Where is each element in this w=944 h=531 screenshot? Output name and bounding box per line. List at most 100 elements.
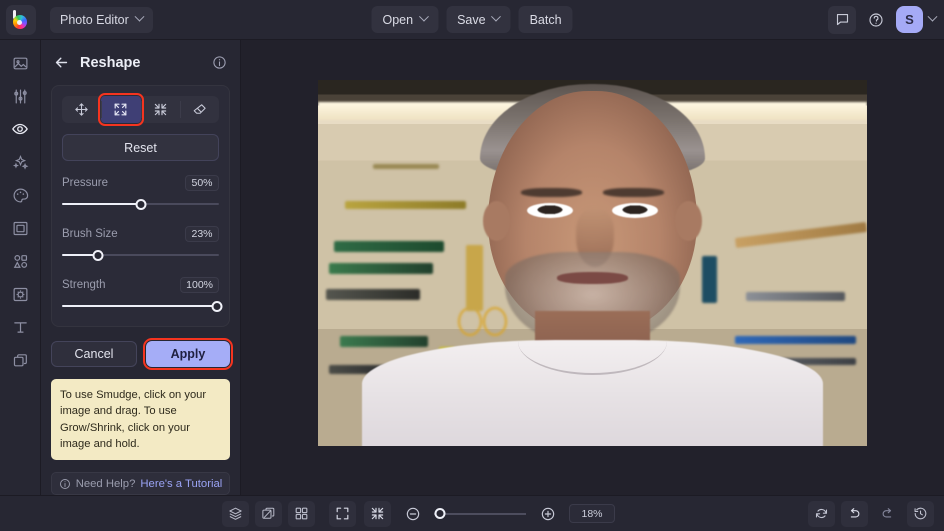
slider-strength-header: Strength 100% <box>62 277 219 293</box>
compare-icon <box>261 506 276 521</box>
open-button[interactable]: Open <box>371 6 438 33</box>
canvas-image[interactable] <box>318 80 867 446</box>
slider-brush-size-value[interactable]: 23% <box>185 226 219 242</box>
mode-selector-photo-editor[interactable]: Photo Editor <box>50 7 153 33</box>
slider-strength-handle[interactable] <box>212 301 223 312</box>
zoom-out-icon <box>405 506 421 522</box>
app-body: Reshape <box>0 40 944 495</box>
chevron-down-icon <box>134 12 144 22</box>
bottom-left-tools <box>222 501 315 527</box>
apply-button-label: Apply <box>171 347 206 361</box>
layers-button[interactable] <box>222 501 249 527</box>
overlay-icon <box>12 286 29 303</box>
slider-brush-size: Brush Size 23% <box>62 226 219 263</box>
sidebar-item-graphics[interactable] <box>5 250 35 272</box>
zoom-in-button[interactable] <box>534 501 561 527</box>
slider-pressure-value[interactable]: 50% <box>185 175 219 191</box>
batch-button[interactable]: Batch <box>519 6 573 33</box>
sidebar-item-layers[interactable] <box>5 349 35 371</box>
zoom-out-button[interactable] <box>399 501 426 527</box>
slider-strength-value[interactable]: 100% <box>180 277 219 293</box>
zoom-in-icon <box>540 506 556 522</box>
help-button[interactable] <box>862 6 890 34</box>
sidebar-item-edit[interactable] <box>5 52 35 74</box>
frame-icon <box>12 220 29 237</box>
photo-subject-eye-right <box>612 203 659 218</box>
tool-shrink[interactable] <box>141 96 180 123</box>
cancel-button[interactable]: Cancel <box>51 341 137 367</box>
sidebar-item-overlays[interactable] <box>5 283 35 305</box>
layers-stack-icon <box>228 506 243 521</box>
sidebar-item-effects[interactable] <box>5 151 35 173</box>
tool-eraser[interactable] <box>180 96 219 123</box>
layers-icon <box>12 352 29 369</box>
slider-strength-label: Strength <box>62 279 105 291</box>
canvas-stage[interactable] <box>241 40 944 495</box>
slider-strength: Strength 100% <box>62 277 219 314</box>
avatar[interactable]: S <box>896 6 923 33</box>
zoom-slider[interactable] <box>434 507 526 521</box>
history-button[interactable] <box>907 501 934 527</box>
slider-pressure-track[interactable] <box>62 196 219 212</box>
sidebar-item-frames[interactable] <box>5 217 35 239</box>
app-root: Photo Editor Open Save Batch <box>0 0 944 531</box>
chevron-down-icon[interactable] <box>928 12 938 22</box>
undo-button[interactable] <box>841 501 868 527</box>
reset-button[interactable]: Reset <box>62 134 219 161</box>
fit-to-screen-button[interactable] <box>329 501 356 527</box>
sparkles-icon <box>12 154 29 171</box>
tool-smudge[interactable] <box>62 96 101 123</box>
logo-color-wheel-icon <box>12 10 31 29</box>
need-help-bar[interactable]: Need Help? Here's a Tutorial <box>51 472 230 495</box>
mode-selector-label: Photo Editor <box>60 13 129 27</box>
compare-button[interactable] <box>255 501 282 527</box>
grid-button[interactable] <box>288 501 315 527</box>
photo-subject-brow-right <box>603 188 663 198</box>
sidebar-item-artsy[interactable] <box>5 184 35 206</box>
sidebar-item-retouch[interactable] <box>5 118 35 140</box>
tutorial-link[interactable]: Here's a Tutorial <box>140 478 222 490</box>
apply-button[interactable]: Apply <box>146 341 230 367</box>
slider-brush-size-track[interactable] <box>62 247 219 263</box>
actual-size-button[interactable] <box>364 501 391 527</box>
slider-track-fill <box>62 203 141 205</box>
expand-arrows-icon <box>113 102 128 117</box>
slider-strength-track[interactable] <box>62 298 219 314</box>
slider-track-fill <box>62 305 219 307</box>
slider-brush-size-label: Brush Size <box>62 228 118 240</box>
save-button-label: Save <box>457 13 486 27</box>
slider-pressure-handle[interactable] <box>135 199 146 210</box>
sidebar-item-adjust[interactable] <box>5 85 35 107</box>
zoom-level-value[interactable]: 18% <box>569 504 615 523</box>
undo-icon <box>847 506 862 521</box>
top-center-actions: Open Save Batch <box>371 6 572 33</box>
actual-size-icon <box>370 506 385 521</box>
open-button-label: Open <box>382 13 413 27</box>
shapes-icon <box>12 253 29 270</box>
chat-bubble-icon <box>835 12 850 27</box>
info-circle-icon <box>212 55 227 70</box>
save-button[interactable]: Save <box>446 6 511 33</box>
redo-button[interactable] <box>874 501 901 527</box>
tool-grow[interactable] <box>101 96 140 123</box>
feedback-button[interactable] <box>828 6 856 34</box>
back-button[interactable] <box>51 53 71 73</box>
reset-image-button[interactable] <box>808 501 835 527</box>
redo-icon <box>880 506 895 521</box>
image-icon <box>12 55 29 72</box>
text-icon <box>12 319 29 336</box>
panel-header: Reshape <box>41 46 240 79</box>
eraser-icon <box>192 102 207 117</box>
zoom-slider-handle[interactable] <box>435 508 446 519</box>
arrow-left-icon <box>53 54 70 71</box>
reshape-panel: Reshape <box>41 40 241 495</box>
befunky-logo[interactable] <box>6 5 36 35</box>
slider-brush-size-handle[interactable] <box>93 250 104 261</box>
palette-icon <box>12 187 29 204</box>
panel-info-button[interactable] <box>212 55 228 71</box>
photo-subject-brow-left <box>521 188 581 198</box>
sidebar-item-text[interactable] <box>5 316 35 338</box>
slider-pressure-label: Pressure <box>62 177 108 189</box>
apply-button-wrapper: Apply <box>146 341 230 367</box>
chevron-down-icon <box>419 12 429 22</box>
